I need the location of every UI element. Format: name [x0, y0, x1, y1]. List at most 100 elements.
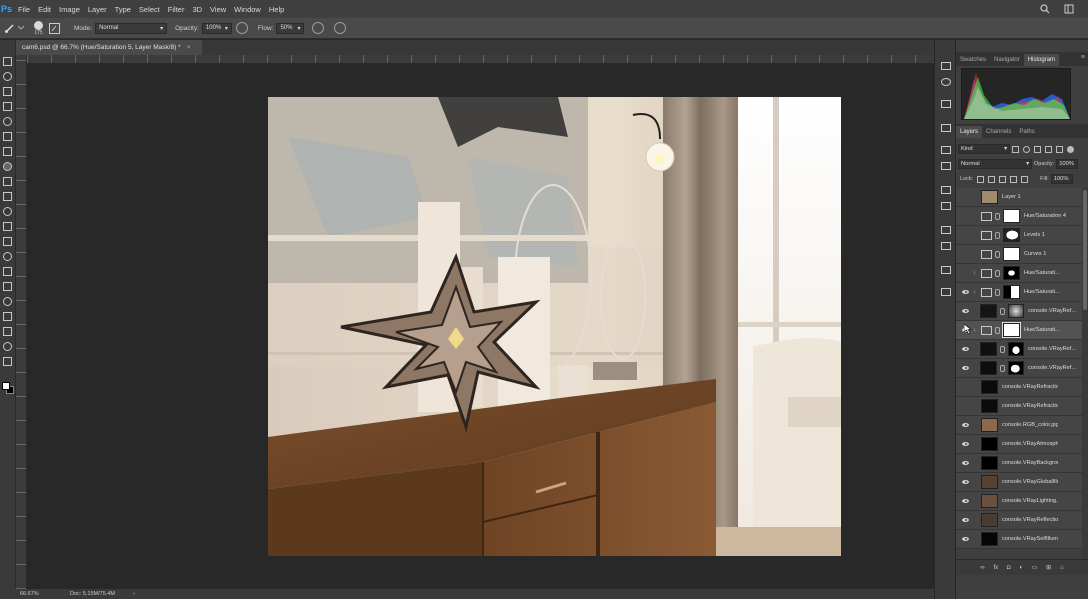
- layer-name[interactable]: Hue/Saturati...: [1024, 327, 1080, 333]
- dodge-tool-icon[interactable]: [2, 251, 13, 262]
- doc-size[interactable]: Doc: 5.15M/75.4M: [70, 591, 115, 597]
- filter-kind-select[interactable]: Kind ▾: [958, 144, 1010, 154]
- type-filter-icon[interactable]: [1034, 145, 1041, 153]
- shape-filter-icon[interactable]: [1045, 145, 1052, 153]
- tool-presets-icon[interactable]: [940, 184, 952, 196]
- quick-select-tool-icon[interactable]: [2, 101, 13, 112]
- layer-row[interactable]: Curves 1: [956, 245, 1082, 264]
- visibility-eye-icon[interactable]: [961, 363, 971, 373]
- mask-link-icon[interactable]: [999, 345, 1005, 353]
- gradient-tool-icon[interactable]: [2, 221, 13, 232]
- visibility-eye-icon[interactable]: [961, 515, 971, 525]
- fx-icon[interactable]: fx: [993, 565, 998, 571]
- layer-row[interactable]: console.VRayRefraction.jpg: [956, 378, 1082, 397]
- character-icon[interactable]: [940, 224, 952, 236]
- menu-layer[interactable]: Layer: [84, 5, 111, 14]
- layer-name[interactable]: Hue/Saturati...: [1024, 289, 1080, 295]
- menu-help[interactable]: Help: [265, 5, 288, 14]
- layer-row[interactable]: console.VRaySelfIllumination...: [956, 530, 1082, 549]
- scrollbar-thumb[interactable]: [1083, 190, 1087, 310]
- layer-name[interactable]: console.VRaySelfIllumination...: [1002, 536, 1058, 542]
- flow-input[interactable]: 50% ▾: [276, 22, 305, 34]
- document-tab[interactable]: cam6.psd @ 66.7% (Hue/Saturation 5, Laye…: [16, 40, 202, 55]
- brushes-icon[interactable]: [940, 200, 952, 212]
- history-brush-tool-icon[interactable]: [2, 191, 13, 202]
- move-tool-icon[interactable]: [2, 56, 13, 67]
- shape-tool-icon[interactable]: [2, 311, 13, 322]
- clone-stamp-tool-icon[interactable]: [2, 176, 13, 187]
- layer-row[interactable]: console.RGB_color.jpg: [956, 416, 1082, 435]
- layer-comps-icon[interactable]: [940, 144, 952, 156]
- clone-source-icon[interactable]: [940, 122, 952, 134]
- chevron-down-icon[interactable]: [18, 25, 24, 31]
- smart-object-filter-icon[interactable]: [1056, 145, 1063, 153]
- marquee-tool-icon[interactable]: [2, 71, 13, 82]
- panel-menu-icon[interactable]: ≡: [1081, 54, 1085, 61]
- adjustment-icon[interactable]: ◐: [1019, 565, 1023, 571]
- tab-layers[interactable]: Layers: [956, 126, 983, 138]
- layer-mask-thumbnail[interactable]: [1007, 342, 1025, 356]
- menu-type[interactable]: Type: [111, 5, 135, 14]
- lock-position-icon[interactable]: [999, 175, 1007, 183]
- layers-scrollbar[interactable]: [1082, 188, 1088, 559]
- lock-transparency-icon[interactable]: [977, 175, 985, 183]
- brush-tool-icon[interactable]: [2, 161, 13, 172]
- adjustment-filter-icon[interactable]: [1023, 145, 1030, 153]
- filter-toggle-icon[interactable]: [1067, 145, 1074, 153]
- zoom-level[interactable]: 66.67%: [0, 591, 46, 597]
- paragraph-icon[interactable]: [940, 240, 952, 252]
- layer-name[interactable]: console.VRayRef...: [1028, 346, 1082, 352]
- pressure-opacity-icon[interactable]: [235, 22, 248, 34]
- tab-swatches[interactable]: Swatches: [956, 54, 990, 66]
- layer-row[interactable]: console.VRayRef...: [956, 302, 1082, 321]
- link-icon[interactable]: ∞: [980, 565, 984, 571]
- lock-artboard-icon[interactable]: [1010, 175, 1018, 183]
- brush-panel-icon[interactable]: [49, 22, 60, 34]
- visibility-eye-icon[interactable]: [961, 458, 971, 468]
- lock-all-icon[interactable]: [1021, 175, 1029, 183]
- eyedropper-tool-icon[interactable]: [2, 131, 13, 142]
- mask-link-icon[interactable]: [995, 326, 1000, 334]
- visibility-eye-icon[interactable]: [961, 268, 971, 278]
- layer-name[interactable]: Layer 1: [1002, 194, 1058, 200]
- menu-edit[interactable]: Edit: [34, 5, 55, 14]
- visibility-eye-icon[interactable]: [961, 249, 971, 259]
- layer-name[interactable]: console.VRayLighting.jpg: [1002, 498, 1058, 504]
- blur-tool-icon[interactable]: [2, 236, 13, 247]
- ruler-horizontal[interactable]: [27, 55, 935, 64]
- mask-link-icon[interactable]: [999, 364, 1005, 372]
- workspace-icon[interactable]: [1064, 4, 1074, 14]
- layer-mask-thumbnail[interactable]: [1003, 285, 1020, 299]
- visibility-eye-icon[interactable]: [961, 211, 971, 221]
- tab-navigator[interactable]: Navigator: [990, 54, 1024, 66]
- layer-name[interactable]: console.VRayRefraction.jpg: [1002, 403, 1058, 409]
- mask-link-icon[interactable]: [995, 231, 1000, 239]
- layer-name[interactable]: console.VRayGlobalIllumina...: [1002, 479, 1058, 485]
- zoom-tool-icon[interactable]: [2, 341, 13, 352]
- layer-mask-thumbnail[interactable]: [1003, 209, 1020, 223]
- folder-icon[interactable]: ▭: [1032, 564, 1038, 571]
- layer-name[interactable]: console.VRayBackground.jpg: [1002, 460, 1058, 466]
- actions-icon[interactable]: [940, 76, 952, 88]
- visibility-eye-icon[interactable]: [961, 382, 971, 392]
- layer-mask-thumbnail[interactable]: [1003, 266, 1020, 280]
- opacity-input[interactable]: 100% ▾: [201, 22, 232, 34]
- layer-name[interactable]: console.VRayRef...: [1028, 365, 1082, 371]
- properties-icon[interactable]: [940, 98, 952, 110]
- visibility-eye-icon[interactable]: [961, 496, 971, 506]
- layer-name[interactable]: console.VRayReflection.jpg: [1002, 517, 1058, 523]
- layer-row[interactable]: Layer 1: [956, 188, 1082, 207]
- visibility-eye-icon[interactable]: [961, 344, 971, 354]
- menu-file[interactable]: File: [14, 5, 34, 14]
- layer-row[interactable]: console.VRayReflection.jpg: [956, 511, 1082, 530]
- pen-tool-icon[interactable]: [2, 266, 13, 277]
- mode-select[interactable]: Normal ▾: [95, 22, 168, 34]
- mask-link-icon[interactable]: [995, 250, 1000, 258]
- pixel-filter-icon[interactable]: [1012, 145, 1019, 153]
- visibility-eye-icon[interactable]: [961, 534, 971, 544]
- canvas-area[interactable]: [27, 64, 935, 589]
- mask-link-icon[interactable]: [995, 212, 1000, 220]
- edit-toolbar-icon[interactable]: [2, 356, 13, 367]
- status-menu-icon[interactable]: ›: [133, 591, 135, 597]
- new-layer-icon[interactable]: ⊞: [1046, 564, 1051, 571]
